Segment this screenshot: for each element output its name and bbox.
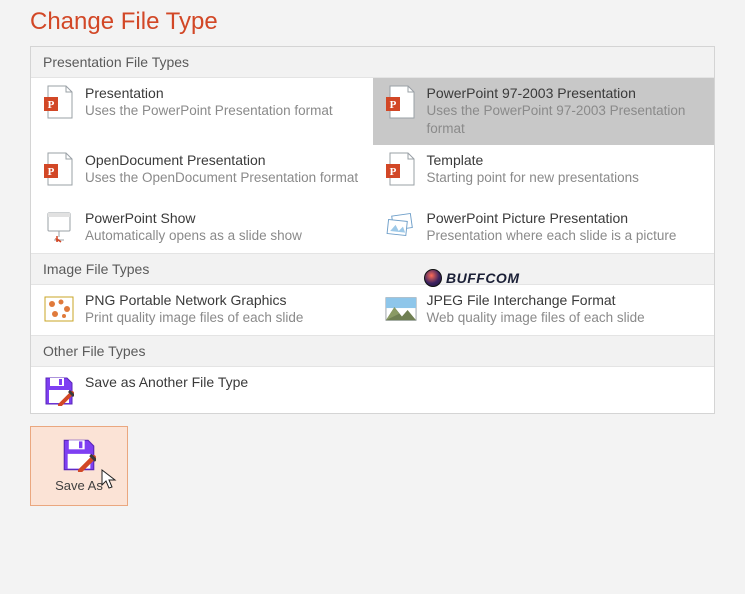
- section-header-presentation: Presentation File Types: [31, 47, 714, 78]
- item-title: JPEG File Interchange Format: [427, 291, 705, 309]
- save-as-button[interactable]: Save As: [30, 426, 128, 506]
- save-as-label: Save As: [55, 478, 103, 493]
- item-desc: Uses the PowerPoint 97-2003 Presentation…: [427, 102, 705, 138]
- item-desc: Uses the PowerPoint Presentation format: [85, 102, 363, 120]
- item-title: PowerPoint 97-2003 Presentation: [427, 84, 705, 102]
- item-desc: Presentation where each slide is a pictu…: [427, 227, 705, 245]
- item-desc: Print quality image files of each slide: [85, 309, 363, 327]
- presentation-file-icon: P: [43, 86, 75, 118]
- item-text: PowerPoint Picture Presentation Presenta…: [427, 209, 705, 245]
- item-title: Presentation: [85, 84, 363, 102]
- other-file-types: Save as Another File Type: [31, 367, 714, 413]
- svg-text:P: P: [48, 99, 55, 111]
- presentation-file-icon: P: [385, 86, 417, 118]
- item-text: Template Starting point for new presenta…: [427, 151, 705, 187]
- file-type-png[interactable]: PNG Portable Network Graphics Print qual…: [31, 285, 373, 335]
- section-header-image: Image File Types: [31, 253, 714, 285]
- jpeg-icon: [385, 293, 417, 325]
- item-title: OpenDocument Presentation: [85, 151, 363, 169]
- item-desc: Web quality image files of each slide: [427, 309, 705, 327]
- item-text: Save as Another File Type: [85, 373, 704, 391]
- file-type-ppsx[interactable]: PowerPoint Show Automatically opens as a…: [31, 203, 373, 253]
- presentation-file-types-grid: P Presentation Uses the PowerPoint Prese…: [31, 78, 714, 253]
- png-icon: [43, 293, 75, 325]
- file-type-odp[interactable]: P OpenDocument Presentation Uses the Ope…: [31, 145, 373, 203]
- item-text: PNG Portable Network Graphics Print qual…: [85, 291, 363, 327]
- item-text: Presentation Uses the PowerPoint Present…: [85, 84, 363, 120]
- save-disk-icon: [43, 375, 75, 407]
- item-desc: Starting point for new presentations: [427, 169, 705, 187]
- item-text: PowerPoint Show Automatically opens as a…: [85, 209, 363, 245]
- file-types-panel: Presentation File Types P Presentation U…: [30, 46, 715, 414]
- item-desc: Uses the OpenDocument Presentation forma…: [85, 169, 363, 187]
- item-title: Save as Another File Type: [85, 373, 704, 391]
- item-title: PowerPoint Picture Presentation: [427, 209, 705, 227]
- item-title: PowerPoint Show: [85, 209, 363, 227]
- section-header-other: Other File Types: [31, 335, 714, 367]
- image-file-types-grid: PNG Portable Network Graphics Print qual…: [31, 285, 714, 335]
- file-type-picture-presentation[interactable]: PowerPoint Picture Presentation Presenta…: [373, 203, 715, 253]
- item-desc: Automatically opens as a slide show: [85, 227, 363, 245]
- file-type-jpeg[interactable]: JPEG File Interchange Format Web quality…: [373, 285, 715, 335]
- item-text: PowerPoint 97-2003 Presentation Uses the…: [427, 84, 705, 139]
- svg-text:P: P: [389, 166, 396, 178]
- file-type-ppt-97-2003[interactable]: P PowerPoint 97-2003 Presentation Uses t…: [373, 78, 715, 145]
- page-title: Change File Type: [30, 8, 715, 36]
- item-text: JPEG File Interchange Format Web quality…: [427, 291, 705, 327]
- svg-text:P: P: [48, 166, 55, 178]
- file-type-template[interactable]: P Template Starting point for new presen…: [373, 145, 715, 203]
- file-type-other[interactable]: Save as Another File Type: [31, 367, 714, 413]
- file-type-presentation[interactable]: P Presentation Uses the PowerPoint Prese…: [31, 78, 373, 145]
- item-text: OpenDocument Presentation Uses the OpenD…: [85, 151, 363, 187]
- item-title: Template: [427, 151, 705, 169]
- presentation-file-icon: P: [43, 153, 75, 185]
- presentation-file-icon: P: [385, 153, 417, 185]
- item-title: PNG Portable Network Graphics: [85, 291, 363, 309]
- svg-text:P: P: [389, 99, 396, 111]
- picture-stack-icon: [385, 211, 417, 243]
- cursor-icon: [101, 469, 119, 496]
- slideshow-icon: [43, 211, 75, 243]
- save-disk-icon: [62, 438, 96, 472]
